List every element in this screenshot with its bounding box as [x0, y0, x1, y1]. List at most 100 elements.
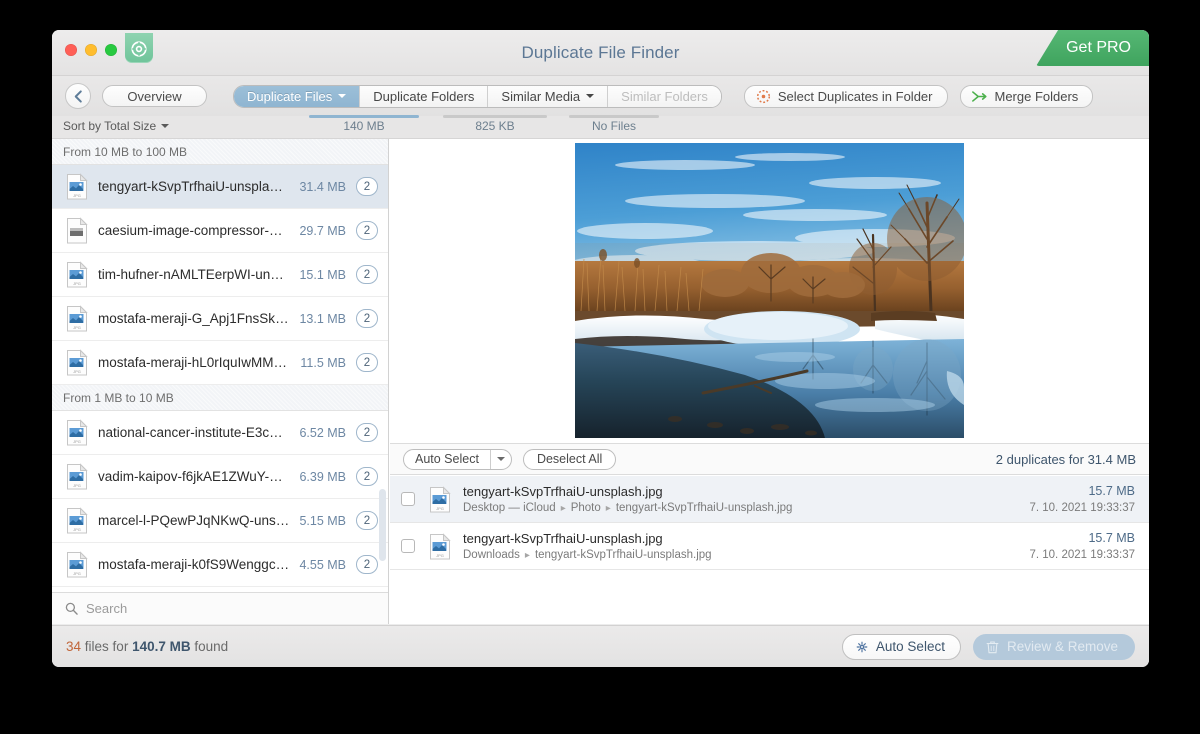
status-auto-select-button[interactable]: Auto Select [842, 634, 961, 660]
duplicates-summary: 2 duplicates for 31.4 MB [996, 452, 1136, 467]
path-part: tengyart-kSvpTrfhaiU-unsplash.jpg [616, 502, 793, 514]
path-part: Photo [571, 502, 601, 514]
file-size: 6.52 MB [299, 426, 346, 440]
file-name: mostafa-meraji-G_Apj1FnsSk-… [98, 311, 289, 326]
review-and-remove-button[interactable]: Review & Remove [973, 634, 1135, 660]
file-row[interactable]: JPG marcel-l-PQewPJqNKwQ-unsp… 5.15 MB 2 [52, 499, 388, 543]
size-underline [569, 115, 659, 118]
merge-folders-button[interactable]: Merge Folders [960, 85, 1094, 108]
duplicate-file-name: tengyart-kSvpTrfhaiU-unsplash.jpg [463, 484, 1017, 499]
file-size: 4.55 MB [299, 558, 346, 572]
file-row[interactable]: JPG mostafa-meraji-G_Apj1FnsSk-… 13.1 MB… [52, 297, 388, 341]
jpg-file-icon: JPG [66, 419, 88, 446]
svg-text:JPG: JPG [436, 506, 444, 511]
file-groups-sidebar: From 10 MB to 100 MB JPG tengyart-kSvpTr… [52, 139, 389, 624]
file-duplicate-count: 2 [356, 177, 378, 196]
generic-file-icon [66, 217, 88, 244]
svg-text:JPG: JPG [73, 325, 81, 330]
deselect-all-button[interactable]: Deselect All [523, 449, 616, 470]
file-row[interactable]: JPG tim-hufner-nAMLTEerpWI-unsp… 15.1 MB… [52, 253, 388, 297]
file-size: 5.15 MB [299, 514, 346, 528]
auto-select-dropdown-button[interactable] [491, 450, 511, 469]
size-duplicate-folders-value: 825 KB [475, 119, 514, 133]
jpg-file-icon: JPG [429, 533, 451, 560]
sidebar-scrollbar[interactable] [379, 489, 386, 561]
file-name: tim-hufner-nAMLTEerpWI-unsp… [98, 267, 289, 282]
duplicate-checkbox[interactable] [401, 539, 415, 553]
duplicate-checkbox[interactable] [401, 492, 415, 506]
duplicate-row[interactable]: JPG tengyart-kSvpTrfhaiU-unsplash.jpg De… [390, 476, 1149, 523]
chevron-right-icon: ▸ [525, 550, 530, 561]
file-duplicate-count: 2 [356, 353, 378, 372]
title-bar: Duplicate File Finder Get PRO [52, 30, 1149, 76]
status-found-word: found [194, 639, 228, 654]
jpg-file-icon: JPG [66, 463, 88, 490]
duplicate-meta: 15.7 MB 7. 10. 2021 19:33:37 [1017, 484, 1135, 514]
svg-text:JPG: JPG [73, 571, 81, 576]
tab-similar-folders-label: Similar Folders [621, 89, 708, 104]
winter-river-landscape-photo [575, 143, 964, 438]
caret-down-icon [586, 94, 594, 98]
caret-down-icon [497, 457, 505, 461]
get-pro-button[interactable]: Get PRO [1036, 30, 1149, 66]
detail-pane: Auto Select Deselect All 2 duplicates fo… [390, 139, 1149, 624]
caret-down-icon [338, 94, 346, 98]
sort-by-control[interactable]: Sort by Total Size [63, 119, 169, 133]
svg-text:JPG: JPG [73, 281, 81, 286]
svg-text:JPG: JPG [73, 369, 81, 374]
tab-duplicate-files[interactable]: Duplicate Files [234, 86, 360, 107]
jpg-file-icon: JPG [66, 349, 88, 376]
file-name: vadim-kaipov-f6jkAE1ZWuY-un… [98, 469, 289, 484]
file-size: 29.7 MB [299, 224, 346, 238]
tab-duplicate-files-label: Duplicate Files [247, 89, 332, 104]
status-text: 34 files for 140.7 MB found [66, 639, 228, 654]
group-heading: From 10 MB to 100 MB [52, 139, 388, 165]
file-row[interactable]: JPG vadim-kaipov-f6jkAE1ZWuY-un… 6.39 MB… [52, 455, 388, 499]
status-total-size: 140.7 MB [132, 639, 191, 654]
path-part: Desktop — iCloud [463, 502, 556, 514]
jpg-file-icon: JPG [429, 486, 451, 513]
file-row[interactable]: JPG tengyart-kSvpTrfhaiU-unsplash… 31.4 … [52, 165, 388, 209]
file-name: tengyart-kSvpTrfhaiU-unsplash… [98, 179, 289, 194]
file-name: national-cancer-institute-E3cU… [98, 425, 289, 440]
toolbar: Overview Duplicate Files Duplicate Folde… [52, 76, 1149, 116]
size-similar-media: No Files [559, 119, 669, 133]
jpg-file-icon: JPG [66, 305, 88, 332]
file-duplicate-count: 2 [356, 467, 378, 486]
file-duplicate-count: 2 [356, 423, 378, 442]
tab-similar-media[interactable]: Similar Media [488, 86, 608, 107]
jpg-file-icon: JPG [66, 261, 88, 288]
tab-duplicate-folders[interactable]: Duplicate Folders [360, 86, 488, 107]
status-actions: Auto Select Review & Remove [842, 634, 1135, 660]
size-duplicate-files: 140 MB [297, 119, 431, 133]
file-duplicate-count: 2 [356, 511, 378, 530]
path-part: Downloads [463, 549, 520, 561]
svg-text:JPG: JPG [73, 483, 81, 488]
file-duplicate-count: 2 [356, 309, 378, 328]
size-underline [443, 115, 547, 118]
chevron-right-icon: ▸ [606, 503, 611, 514]
review-and-remove-label: Review & Remove [1007, 639, 1118, 654]
select-duplicates-in-folder-button[interactable]: Select Duplicates in Folder [744, 85, 948, 108]
auto-select-split-button[interactable]: Auto Select [403, 449, 512, 470]
chevron-right-icon: ▸ [561, 503, 566, 514]
caret-down-icon [161, 124, 169, 128]
file-group-list[interactable]: From 10 MB to 100 MB JPG tengyart-kSvpTr… [52, 139, 388, 592]
search-input[interactable] [86, 601, 326, 616]
duplicate-row[interactable]: JPG tengyart-kSvpTrfhaiU-unsplash.jpg Do… [390, 523, 1149, 570]
file-row[interactable]: JPG mostafa-meraji-hL0rIquIwMM-… 11.5 MB… [52, 341, 388, 385]
status-file-count: 34 [66, 639, 81, 654]
overview-button[interactable]: Overview [102, 85, 207, 107]
file-row[interactable]: JPG national-cancer-institute-E3cU… 6.52… [52, 411, 388, 455]
file-row[interactable]: caesium-image-compressor-2.… 29.7 MB 2 [52, 209, 388, 253]
chevron-left-icon [73, 90, 84, 103]
file-name: caesium-image-compressor-2.… [98, 223, 289, 238]
file-row[interactable]: JPG mostafa-meraji-k0fS9Wenggc-… 4.55 MB… [52, 543, 388, 587]
duplicate-file-date: 7. 10. 2021 19:33:37 [1029, 549, 1135, 561]
search-bar [52, 592, 388, 624]
duplicates-action-bar: Auto Select Deselect All 2 duplicates fo… [390, 443, 1149, 475]
auto-select-button[interactable]: Auto Select [404, 450, 491, 469]
file-size: 31.4 MB [299, 180, 346, 194]
back-button[interactable] [65, 83, 91, 109]
size-similar-media-value: No Files [592, 119, 636, 133]
